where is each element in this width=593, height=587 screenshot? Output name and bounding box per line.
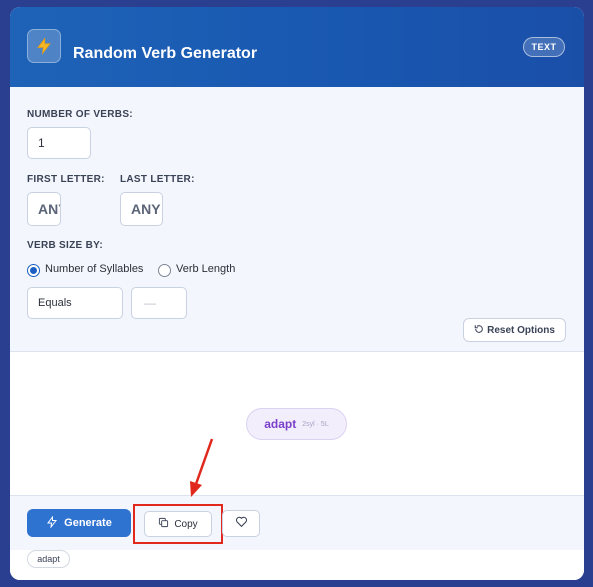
- history-bar: adapt: [10, 550, 584, 580]
- generate-label: Generate: [64, 517, 112, 529]
- lightning-icon: [27, 29, 61, 63]
- first-letter-label: FIRST LETTER:: [27, 174, 105, 185]
- first-letter-input[interactable]: ANY: [27, 192, 61, 226]
- size-value-input[interactable]: —: [131, 287, 187, 319]
- verb-meta: 2syl · 5L: [302, 420, 329, 428]
- text-badge: TEXT: [523, 37, 565, 57]
- reset-options-label: Reset Options: [487, 324, 555, 336]
- reset-icon: [474, 324, 484, 337]
- history-chip[interactable]: adapt: [27, 550, 70, 568]
- verb-word: adapt: [264, 417, 297, 431]
- copy-icon: [158, 517, 169, 531]
- verb-size-label: VERB SIZE BY:: [27, 240, 103, 251]
- last-letter-input[interactable]: ANY: [120, 192, 163, 226]
- number-of-verbs-label: NUMBER OF VERBS:: [27, 109, 133, 120]
- copy-label: Copy: [174, 518, 198, 530]
- generate-button[interactable]: Generate: [27, 509, 131, 537]
- radio-syllables-label[interactable]: Number of Syllables: [45, 263, 143, 275]
- header: Random Verb Generator TEXT: [10, 7, 584, 87]
- options-panel: NUMBER OF VERBS: 1 FIRST LETTER: ANY LAS…: [10, 87, 584, 352]
- heart-icon: [235, 515, 248, 533]
- copy-button[interactable]: Copy: [144, 511, 212, 537]
- comparator-select[interactable]: Equals: [27, 287, 123, 319]
- verb-result[interactable]: adapt 2syl · 5L: [246, 408, 347, 440]
- radio-length-label[interactable]: Verb Length: [176, 263, 235, 275]
- reset-options-button[interactable]: Reset Options: [463, 318, 566, 342]
- favorite-button[interactable]: [222, 510, 260, 537]
- app-title: Random Verb Generator: [73, 45, 258, 62]
- radio-syllables[interactable]: [27, 264, 40, 277]
- radio-length[interactable]: [158, 264, 171, 277]
- action-bar: Generate Copy: [10, 495, 584, 550]
- lightning-icon: [46, 515, 58, 531]
- generator-card: Random Verb Generator TEXT NUMBER OF VER…: [10, 7, 584, 580]
- number-of-verbs-input[interactable]: 1: [27, 127, 91, 159]
- last-letter-label: LAST LETTER:: [120, 174, 195, 185]
- result-area: adapt 2syl · 5L: [10, 352, 584, 495]
